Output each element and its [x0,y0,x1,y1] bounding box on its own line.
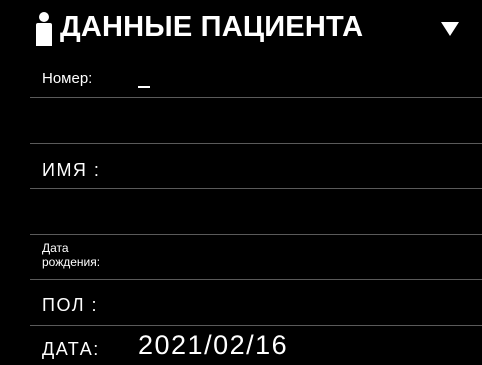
birth-date-field[interactable]: Дата рождения: [30,235,482,279]
sex-label: ПОЛ : [42,295,99,315]
name-label: ИМЯ : [42,160,101,180]
date-value: 2021/02/16 [138,330,289,360]
number-field[interactable]: Номер: [30,58,482,98]
name-field-extra[interactable] [30,189,482,234]
text-cursor [138,86,150,88]
date-field: ДАТА: 2021/02/16 [30,326,482,365]
birth-date-label-line2: рождения: [42,255,101,269]
birth-date-label-line1: Дата [42,241,69,255]
sex-field[interactable]: ПОЛ : [30,280,482,325]
number-field-extra[interactable] [30,98,482,143]
patient-data-screen: ДАННЫЕ ПАЦИЕНТА Номер: ИМЯ : Дата рожден… [0,0,482,365]
person-icon [36,12,52,46]
name-field[interactable]: ИМЯ : [30,144,482,188]
header: ДАННЫЕ ПАЦИЕНТА [0,0,482,58]
page-title: ДАННЫЕ ПАЦИЕНТА [60,11,364,43]
number-label: Номер: [42,70,93,87]
triangle-down-icon[interactable] [440,21,460,37]
date-label: ДАТА: [42,339,100,359]
